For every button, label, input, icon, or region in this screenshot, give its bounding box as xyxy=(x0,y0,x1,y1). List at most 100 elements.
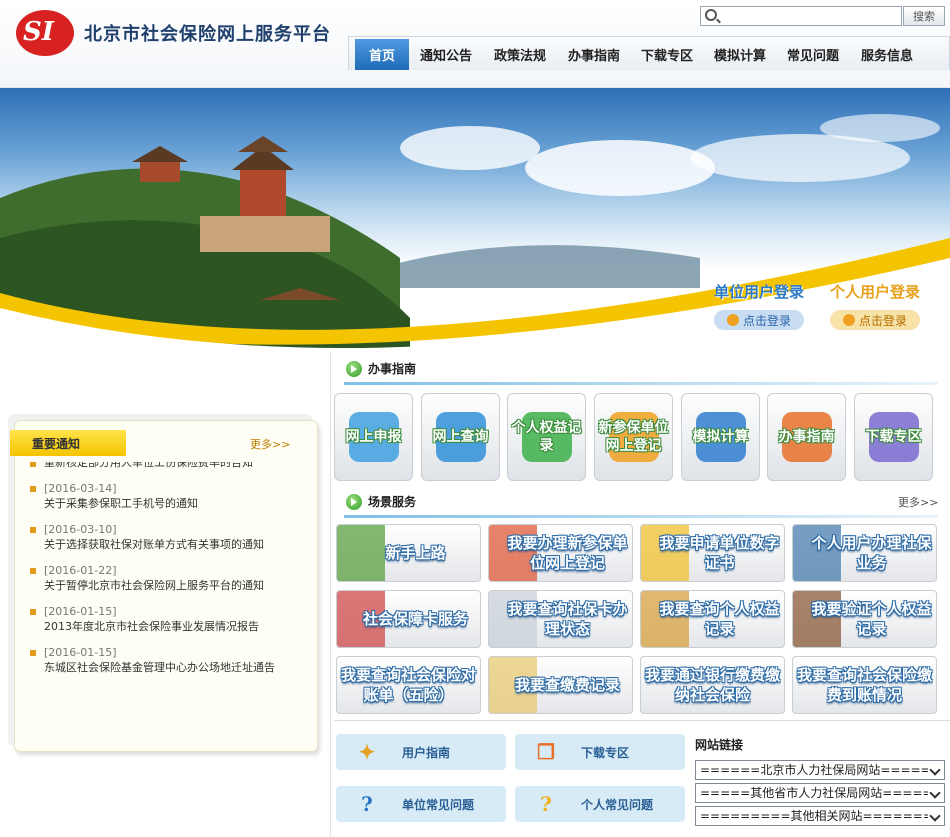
main-nav: 首页 通知公告 政策法规 办事指南 下载专区 模拟计算 常见问题 服务信息 xyxy=(348,36,950,70)
guide-section-divider xyxy=(344,382,938,385)
guide-tile-label: 个人权益记录 xyxy=(511,420,582,454)
personal-faq-button[interactable]: ? 个人常见问题 xyxy=(515,786,685,822)
arrow-circle-icon xyxy=(346,493,362,510)
list-item[interactable]: [2016-01-15] 2013年度北京市社会保险事业发展情况报告 xyxy=(26,604,286,634)
unit-login-button-label: 点击登录 xyxy=(742,313,791,328)
notice-date: [2016-01-22] xyxy=(44,564,117,577)
notice-title[interactable]: 重新核定部分用人单位工伤保险费率的告知 xyxy=(44,462,286,470)
scene-tile-label: 我要验证个人权益记录 xyxy=(811,600,932,638)
scene-tile[interactable]: 我要验证个人权益记录 xyxy=(792,590,937,648)
notice-date: [2016-01-15] xyxy=(44,646,117,659)
list-item[interactable]: [2016-01-22] 关于暂停北京市社会保险网上服务平台的通知 xyxy=(26,563,286,593)
guide-tile-label: 网上申报 xyxy=(345,429,402,445)
nav-home[interactable]: 首页 xyxy=(355,39,409,70)
unit-faq-label: 单位常见问题 xyxy=(402,797,475,812)
person-login-button-label: 点击登录 xyxy=(858,313,907,328)
notice-date: [2016-03-10] xyxy=(44,523,117,536)
guide-tile-label: 新参保单位网上登记 xyxy=(598,420,669,454)
links-title: 网站链接 xyxy=(695,738,744,752)
scene-tile[interactable]: 我要查询社保卡办理状态 xyxy=(488,590,633,648)
search-button[interactable]: 搜索 xyxy=(903,6,945,26)
scene-tile[interactable]: 我要查缴费记录 xyxy=(488,656,633,714)
guide-tile-label: 下载专区 xyxy=(865,429,922,445)
search-input[interactable] xyxy=(721,8,897,24)
guide-tile-downloads[interactable]: 下载专区 xyxy=(854,393,933,481)
nav-guide[interactable]: 办事指南 xyxy=(557,37,631,71)
scene-tile[interactable]: 新手上路 xyxy=(336,524,481,582)
unit-faq-button[interactable]: ? 单位常见问题 xyxy=(336,786,506,822)
scene-tile-label: 我要查询社会保险对账单（五险） xyxy=(340,666,476,704)
notice-title[interactable]: 2013年度北京市社会保险事业发展情况报告 xyxy=(44,620,286,634)
logo[interactable]: SI xyxy=(16,10,74,56)
nav-faq[interactable]: 常见问题 xyxy=(777,37,849,71)
scene-tile[interactable]: 我要通过银行缴费缴纳社会保险 xyxy=(640,656,785,714)
guide-tile-personal-record[interactable]: 个人权益记录 xyxy=(507,393,586,481)
unit-login-button[interactable]: 点击登录 xyxy=(714,310,804,330)
nav-service-info[interactable]: 服务信息 xyxy=(849,37,925,71)
scene-tile-label: 我要查缴费记录 xyxy=(514,676,620,694)
banner xyxy=(0,88,950,350)
scene-bottom-divider xyxy=(334,720,950,721)
user-guide-label: 用户指南 xyxy=(402,745,451,760)
scene-tile[interactable]: 我要办理新参保单位网上登记 xyxy=(488,524,633,582)
question-icon: ? xyxy=(361,792,373,816)
notice-title[interactable]: 关于选择获取社保对账单方式有关事项的通知 xyxy=(44,538,286,552)
search-icon xyxy=(705,9,717,21)
person-login: 个人用户登录 点击登录 xyxy=(830,281,920,330)
guide-tile-label: 办事指南 xyxy=(778,429,835,445)
link-select-other-provinces[interactable]: =====其他省市人力社保局网站====== xyxy=(695,783,945,803)
scene-section-label: 场景服务 xyxy=(368,495,417,509)
user-guide-button[interactable]: ✦ 用户指南 xyxy=(336,734,506,770)
guide-tile-new-unit[interactable]: 新参保单位网上登记 xyxy=(594,393,673,481)
notice-title[interactable]: 东城区社会保险基金管理中心办公场地迁址通告 xyxy=(44,661,286,675)
nav-downloads[interactable]: 下载专区 xyxy=(631,37,703,71)
scene-tile[interactable]: 我要查询社会保险缴费到账情况 xyxy=(792,656,937,714)
guide-tile-calculator[interactable]: 模拟计算 xyxy=(681,393,760,481)
list-item[interactable]: [2016-03-14] 关于采集参保职工手机号的通知 xyxy=(26,481,286,511)
link-select-value: =========其他相关网站=========== xyxy=(700,809,944,823)
download-zone-button[interactable]: ❒ 下载专区 xyxy=(515,734,685,770)
list-item[interactable]: [2016-01-15] 东城区社会保险基金管理中心办公场地迁址通告 xyxy=(26,645,286,675)
nav-policies[interactable]: 政策法规 xyxy=(483,37,557,71)
notice-list: 重新核定部分用人单位工伤保险费率的告知 [2016-03-14] 关于采集参保职… xyxy=(26,462,286,746)
notice-title[interactable]: 关于暂停北京市社会保险网上服务平台的通知 xyxy=(44,579,286,593)
site-title: 北京市社会保险网上服务平台 xyxy=(84,24,331,45)
list-item[interactable]: [2016-03-10] 关于选择获取社保对账单方式有关事项的通知 xyxy=(26,522,286,552)
nav-notices[interactable]: 通知公告 xyxy=(409,37,483,71)
scene-section-title: 场景服务 xyxy=(346,493,416,510)
list-item[interactable]: 重新核定部分用人单位工伤保险费率的告知 xyxy=(26,462,286,470)
logo-text: SI xyxy=(23,17,54,47)
scene-tile[interactable]: 社会保障卡服务 xyxy=(336,590,481,648)
notice-tab[interactable]: 重要通知 xyxy=(10,430,126,456)
scene-tile[interactable]: 我要查询个人权益记录 xyxy=(640,590,785,648)
unit-login-title: 单位用户登录 xyxy=(714,283,805,301)
notice-date: [2016-01-15] xyxy=(44,605,117,618)
guide-tile-online-declare[interactable]: 网上申报 xyxy=(334,393,413,481)
notice-title[interactable]: 关于采集参保职工手机号的通知 xyxy=(44,497,286,511)
scene-tile[interactable]: 我要申请单位数字证书 xyxy=(640,524,785,582)
link-select-value: ======北京市人力社保局网站======= xyxy=(700,763,945,777)
scene-tile-label: 个人用户办理社保业务 xyxy=(811,534,932,572)
personal-faq-label: 个人常见问题 xyxy=(581,797,654,812)
scene-tile[interactable]: 个人用户办理社保业务 xyxy=(792,524,937,582)
link-select-related[interactable]: =========其他相关网站=========== xyxy=(695,806,945,826)
unit-login: 单位用户登录 点击登录 xyxy=(714,281,804,330)
chevron-down-icon xyxy=(928,761,944,779)
question-icon: ? xyxy=(540,792,552,816)
scene-tile[interactable]: 我要查询社会保险对账单（五险） xyxy=(336,656,481,714)
guide-tile-label: 模拟计算 xyxy=(692,429,749,445)
scene-tile-label: 新手上路 xyxy=(385,544,446,562)
guide-tile-guide[interactable]: 办事指南 xyxy=(767,393,846,481)
chevron-down-icon xyxy=(928,807,944,825)
arrow-circle-icon xyxy=(346,360,362,377)
notice-more-link[interactable]: 更多>> xyxy=(250,436,290,452)
scene-tile-label: 我要查询社保卡办理状态 xyxy=(507,600,628,638)
guide-tile-label: 网上查询 xyxy=(432,429,489,445)
scene-section-divider xyxy=(344,515,938,518)
link-select-beijing[interactable]: ======北京市人力社保局网站======= xyxy=(695,760,945,780)
guide-tile-online-query[interactable]: 网上查询 xyxy=(421,393,500,481)
scene-more-link[interactable]: 更多>> xyxy=(898,494,938,510)
banner-illustration xyxy=(0,114,950,350)
person-login-button[interactable]: 点击登录 xyxy=(830,310,920,330)
nav-calculator[interactable]: 模拟计算 xyxy=(703,37,777,71)
